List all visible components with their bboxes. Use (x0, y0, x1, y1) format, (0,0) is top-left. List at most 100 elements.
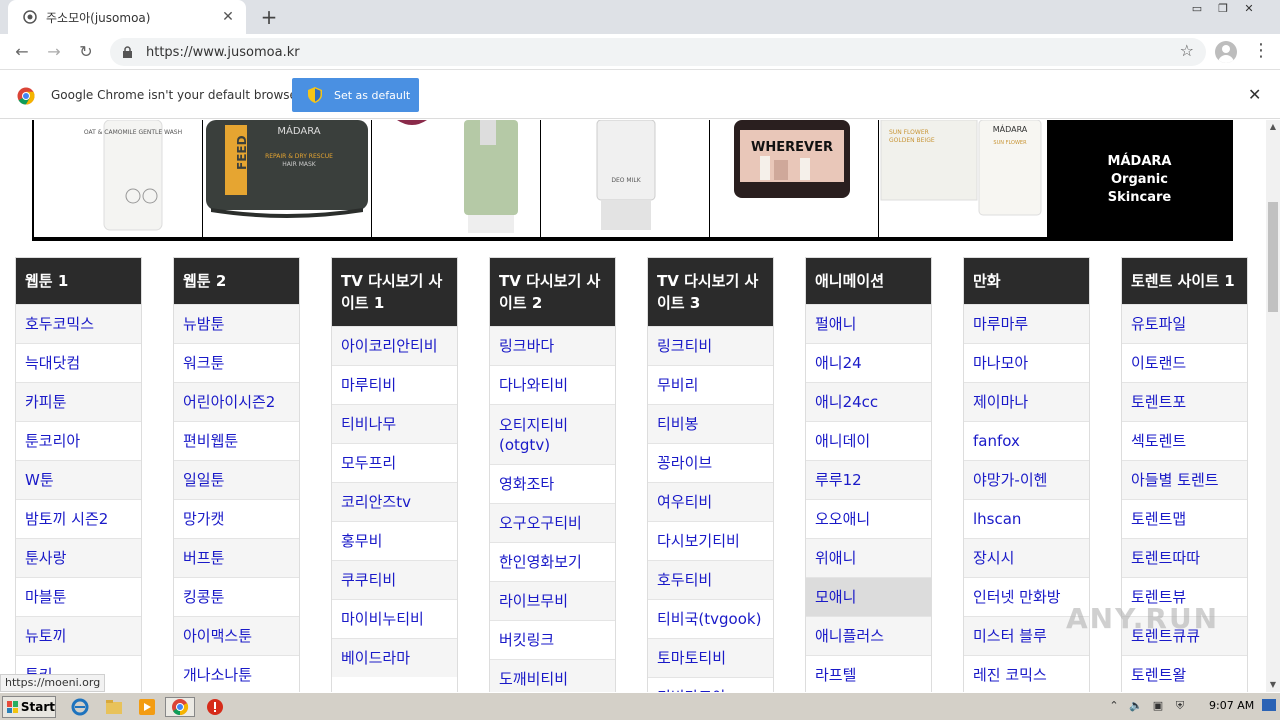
minimize-icon[interactable]: ▭ (1184, 0, 1210, 18)
site-link[interactable]: 개나소나툰 (174, 655, 299, 692)
site-link[interactable]: 링크티비 (648, 326, 773, 365)
ad-product-tube[interactable] (372, 120, 540, 237)
site-link[interactable]: 킹콩툰 (174, 577, 299, 616)
site-link[interactable]: 버프툰 (174, 538, 299, 577)
site-link[interactable]: 마루마루 (964, 304, 1089, 343)
site-link[interactable]: 한인영화보기 (490, 542, 615, 581)
site-link[interactable]: 모애니 (806, 577, 931, 616)
site-link[interactable]: 애니데이 (806, 421, 931, 460)
site-link[interactable]: 무비리 (648, 365, 773, 404)
site-link[interactable]: 호두코믹스 (16, 304, 141, 343)
reload-icon[interactable]: ↻ (75, 41, 97, 63)
site-link[interactable]: 늑대닷컴 (16, 343, 141, 382)
site-link[interactable]: 마이비누티비 (332, 599, 457, 638)
site-link[interactable]: 밤토끼 시즌2 (16, 499, 141, 538)
site-link[interactable]: 오구오구티비 (490, 503, 615, 542)
site-link[interactable]: 버킷링크 (490, 620, 615, 659)
new-tab-button[interactable]: + (258, 6, 280, 28)
site-link[interactable]: 베이드라마 (332, 638, 457, 677)
ie-icon[interactable] (70, 697, 90, 717)
forward-icon[interactable]: → (43, 41, 65, 63)
site-link[interactable]: 쿠쿠티비 (332, 560, 457, 599)
restore-icon[interactable]: ❐ (1210, 0, 1236, 18)
site-link[interactable]: 토렌트포 (1122, 382, 1247, 421)
ad-product-wash[interactable]: OAT & CAMOMILE GENTLE WASH (34, 120, 202, 237)
site-link[interactable]: 토마토티비 (648, 638, 773, 677)
site-link[interactable]: 애니플러스 (806, 616, 931, 655)
close-infobar-icon[interactable]: ✕ (1248, 85, 1261, 104)
site-link[interactable]: 마블툰 (16, 577, 141, 616)
site-link[interactable]: 티비나무 (332, 404, 457, 443)
desktop-icon[interactable] (1262, 699, 1276, 711)
ad-product-bag[interactable]: WHEREVER (710, 120, 878, 237)
site-link[interactable]: 호두티비 (648, 560, 773, 599)
site-link[interactable]: 어린아이시즌2 (174, 382, 299, 421)
volume-icon[interactable]: 🔈 (1128, 699, 1144, 715)
scroll-up-icon[interactable]: ▲ (1266, 120, 1280, 134)
profile-avatar-icon[interactable] (1215, 41, 1237, 63)
chrome-taskbar-icon[interactable] (165, 697, 195, 717)
site-link[interactable]: 애니24cc (806, 382, 931, 421)
site-link[interactable]: 마루티비 (332, 365, 457, 404)
site-link[interactable]: 꽁라이브 (648, 443, 773, 482)
ad-brand-text[interactable]: MÁDARA Organic Skincare (1048, 120, 1231, 239)
address-bar[interactable]: https://www.jusomoa.kr ☆ (110, 38, 1206, 66)
ad-product-foundation[interactable]: SUN FLOWER GOLDEN BEIGE MÁDARA SUN FLOWER (879, 120, 1047, 237)
bookmark-star-icon[interactable]: ☆ (1180, 41, 1194, 60)
site-link[interactable]: 다시보기티비 (648, 521, 773, 560)
site-link[interactable]: 위애니 (806, 538, 931, 577)
site-link[interactable]: 라이브무비 (490, 581, 615, 620)
tray-expand-icon[interactable]: ⌃ (1106, 699, 1122, 715)
site-link[interactable]: 아들별 토렌트 (1122, 460, 1247, 499)
site-link[interactable]: 토렌트왈 (1122, 655, 1247, 692)
browser-tab[interactable]: 주소모아(jusomoa) ✕ (8, 0, 246, 34)
scroll-thumb[interactable] (1268, 202, 1278, 312)
scroll-down-icon[interactable]: ▼ (1266, 678, 1280, 692)
site-link[interactable]: 모두프리 (332, 443, 457, 482)
security-icon[interactable]: ⛨ (1172, 699, 1188, 715)
start-button[interactable]: Start (2, 696, 56, 718)
site-link[interactable]: 편비웹툰 (174, 421, 299, 460)
site-link[interactable]: lhscan (964, 499, 1089, 538)
site-link[interactable]: 아이코리안티비 (332, 326, 457, 365)
site-link[interactable]: 뉴토끼 (16, 616, 141, 655)
site-link[interactable]: 툰사랑 (16, 538, 141, 577)
site-link[interactable]: 망가캣 (174, 499, 299, 538)
site-link[interactable]: 오오애니 (806, 499, 931, 538)
site-link[interactable]: 마나모아 (964, 343, 1089, 382)
site-link[interactable]: 티비다모아 (648, 677, 773, 692)
site-link[interactable]: 도깨비티비 (490, 659, 615, 692)
stop-icon[interactable] (205, 697, 225, 717)
close-window-icon[interactable]: ✕ (1236, 0, 1262, 18)
ad-product-deo[interactable]: DEO MILK (541, 120, 709, 237)
site-link[interactable]: fanfox (964, 421, 1089, 460)
site-link[interactable]: 여우티비 (648, 482, 773, 521)
site-link[interactable]: 애니24 (806, 343, 931, 382)
site-link[interactable]: 토렌트따따 (1122, 538, 1247, 577)
site-link[interactable]: 툰코리아 (16, 421, 141, 460)
ad-banner[interactable]: OAT & CAMOMILE GENTLE WASH FEED MÁDARA REP… (32, 120, 1233, 241)
chrome-menu-icon[interactable]: ⋮ (1252, 40, 1270, 64)
back-icon[interactable]: ← (11, 41, 33, 63)
site-link[interactable]: 영화조타 (490, 464, 615, 503)
site-link[interactable]: 오티지티비(otgtv) (490, 404, 615, 464)
network-icon[interactable]: ▣ (1150, 699, 1166, 715)
site-link[interactable]: 아이맥스툰 (174, 616, 299, 655)
site-link[interactable]: 레진 코믹스 (964, 655, 1089, 692)
site-link[interactable]: 루루12 (806, 460, 931, 499)
site-link[interactable]: 장시시 (964, 538, 1089, 577)
close-tab-icon[interactable]: ✕ (220, 9, 236, 25)
set-as-default-button[interactable]: Set as default (292, 78, 419, 112)
site-link[interactable]: 이토랜드 (1122, 343, 1247, 382)
site-link[interactable]: 티비봉 (648, 404, 773, 443)
site-link[interactable]: W툰 (16, 460, 141, 499)
ad-product-hair-mask[interactable]: FEED MÁDARA REPAIR & DRY RESCUE HAIR MASK (203, 120, 371, 237)
site-link[interactable]: 펄애니 (806, 304, 931, 343)
site-link[interactable]: 섹토렌트 (1122, 421, 1247, 460)
site-link[interactable]: 토렌트맵 (1122, 499, 1247, 538)
explorer-icon[interactable] (104, 697, 124, 717)
media-player-icon[interactable] (137, 697, 157, 717)
site-link[interactable]: 다나와티비 (490, 365, 615, 404)
site-link[interactable]: 일일툰 (174, 460, 299, 499)
site-link[interactable]: 코리안즈tv (332, 482, 457, 521)
